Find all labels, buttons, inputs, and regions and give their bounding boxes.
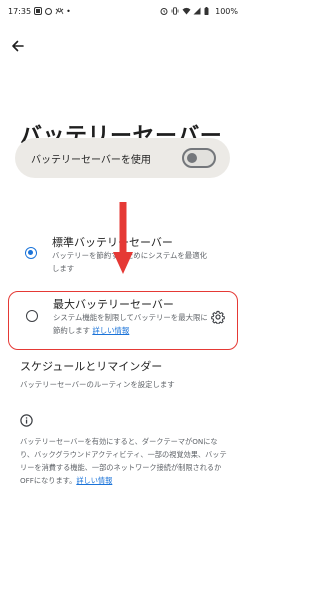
footer-text: バッテリーセーバーを有効にすると、ダークテーマがONになり、バックグラウンドアク… [20, 437, 227, 485]
status-time: 17:35 [8, 6, 32, 16]
extreme-saver-learn-more-link[interactable]: 詳しい情報 [92, 326, 129, 335]
extreme-saver-title: 最大バッテリーセーバー [53, 298, 174, 311]
vibrate-icon [171, 7, 179, 15]
footer-learn-more-link[interactable]: 詳しい情報 [76, 476, 112, 485]
schedule-description: バッテリーセーバーのルーティンを設定します [20, 380, 175, 389]
use-battery-saver-row[interactable]: バッテリーセーバーを使用 [15, 138, 230, 178]
extreme-saver-description: システム機能を制限してバッテリーを最大限に節約します 詳しい情報 [53, 311, 213, 337]
sync-icon [45, 7, 53, 15]
signal-icon [193, 7, 201, 15]
gear-icon[interactable] [211, 309, 225, 325]
annotation-arrow-icon [113, 202, 133, 274]
use-battery-saver-switch[interactable] [182, 148, 216, 168]
extreme-saver-option[interactable]: 最大バッテリーセーバー システム機能を制限してバッテリーを最大限に節約します 詳… [8, 291, 238, 350]
extreme-saver-description-text: システム機能を制限してバッテリーを最大限に節約します [53, 313, 208, 335]
back-arrow-icon[interactable] [10, 38, 26, 54]
standard-saver-radio[interactable] [25, 247, 37, 259]
battery-icon [204, 7, 212, 15]
info-icon [20, 412, 33, 427]
wifi-icon [182, 7, 191, 15]
switch-knob [187, 153, 197, 163]
footer-info-text: バッテリーセーバーを有効にすると、ダークテーマがONになり、バックグラウンドアク… [20, 435, 230, 487]
extreme-saver-radio[interactable] [26, 310, 38, 322]
schedule-reminder-item[interactable]: スケジュールとリマインダー バッテリーセーバーのルーティンを設定します [20, 358, 230, 390]
use-battery-saver-label: バッテリーセーバーを使用 [31, 154, 151, 166]
dot-icon: • [66, 6, 71, 16]
schedule-title: スケジュールとリマインダー [20, 360, 163, 373]
battery-percent: 100% [215, 6, 238, 16]
notification-icon [34, 7, 43, 15]
status-bar: 17:35 • 100% [0, 0, 245, 22]
alarm-icon [160, 7, 168, 15]
mail-icon [55, 7, 64, 15]
